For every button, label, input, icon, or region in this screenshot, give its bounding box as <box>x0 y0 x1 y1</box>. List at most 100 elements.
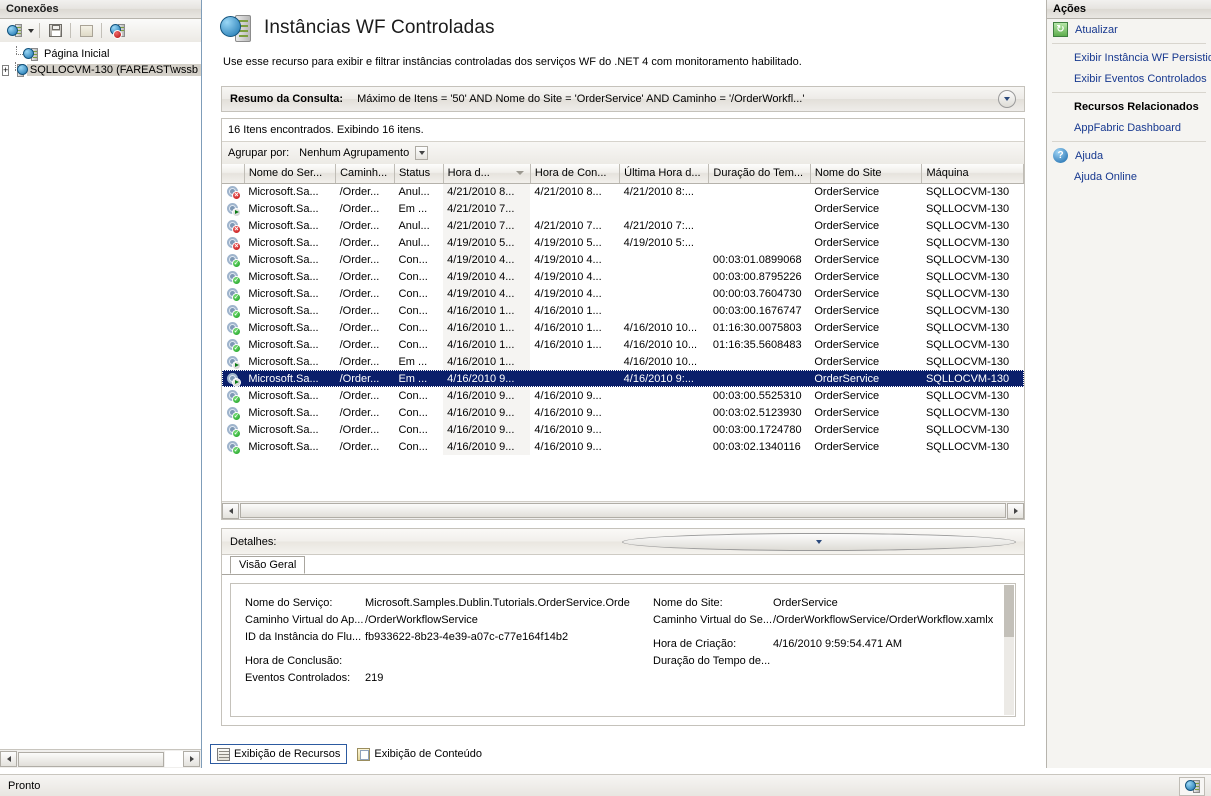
server-globe-icon[interactable] <box>1179 777 1205 796</box>
grid-scroll-right-button[interactable] <box>1007 502 1024 519</box>
cell-last: 4/16/2010 10... <box>623 321 698 334</box>
grid-viewport: Nome do Ser... Caminh... Status Hora d... Ho… <box>222 164 1024 502</box>
column-header[interactable]: Última Hora d... <box>619 164 710 184</box>
tab-exibicao-de-recursos[interactable]: Exibição de Recursos <box>210 744 348 764</box>
cell-start: 4/16/2010 9... <box>443 438 531 455</box>
cell-path: /Order... <box>339 202 380 215</box>
export-icon[interactable] <box>76 21 96 40</box>
action-item-exibir-eventos-controlados[interactable]: Exibir Eventos Controlados <box>1047 68 1211 89</box>
table-row[interactable]: ✓ Microsoft.Sa... /Order... Con... 4/19/2010… <box>222 251 1024 268</box>
cell-path: /Order... <box>339 253 380 266</box>
cell-last <box>620 285 709 302</box>
chevron-down-icon[interactable] <box>622 532 1016 551</box>
cell-path: /Order... <box>339 185 380 198</box>
app-window: Conexões Página Inicial + SQLLOCVM-130 (… <box>0 0 1211 796</box>
cell-status-icon: ✓ <box>222 336 244 353</box>
details-panel: Detalhes: Visão Geral Nome do Serviço: Mi… <box>221 528 1025 726</box>
column-header[interactable]: Máquina <box>921 164 1024 184</box>
table-row[interactable]: ✓ Microsoft.Sa... /Order... Con... 4/16/2010… <box>222 387 1024 404</box>
column-header[interactable]: Status <box>394 164 444 184</box>
details-field: Caminho Virtual do Se.../OrderWorkflowSe… <box>653 611 1015 628</box>
column-header[interactable]: Nome do Site <box>810 164 923 184</box>
chevron-down-icon[interactable] <box>415 146 429 160</box>
table-row[interactable]: ✓ Microsoft.Sa... /Order... Con... 4/19/2010… <box>222 268 1024 285</box>
save-icon[interactable] <box>45 21 65 40</box>
cell-status: Con... <box>398 338 428 351</box>
grid-hscrollbar[interactable] <box>222 501 1024 519</box>
connections-tree[interactable]: Página Inicial + SQLLOCVM-130 (FAREAST\w… <box>0 42 201 748</box>
cell-duration: 00:03:02.1340116 <box>712 440 801 453</box>
action-item-exibir-inst-ncia-wf-persistida[interactable]: Exibir Instância WF Persistida <box>1047 47 1211 68</box>
column-header[interactable]: Nome do Ser... <box>244 164 337 184</box>
tab-exibicao-de-conteudo[interactable]: Exibição de Conteúdo <box>351 744 488 764</box>
scroll-right-button[interactable] <box>183 751 200 767</box>
connections-hscrollbar[interactable] <box>0 749 201 768</box>
table-row[interactable]: × Microsoft.Sa... /Order... Anul... 4/21/201… <box>222 183 1024 200</box>
table-row[interactable]: ✓ Microsoft.Sa... /Order... Con... 4/16/2010… <box>222 319 1024 336</box>
page-description: Use esse recurso para exibir e filtrar i… <box>223 56 802 68</box>
cell-completed: 4/16/2010 1... <box>534 304 602 317</box>
action-item-ajuda-online[interactable]: Ajuda Online <box>1047 166 1211 187</box>
table-row[interactable]: ✓ Microsoft.Sa... /Order... Con... 4/16/2010… <box>222 421 1024 438</box>
column-header[interactable] <box>222 164 245 184</box>
connect-icon[interactable] <box>4 21 24 40</box>
group-by-combobox[interactable]: Nenhum Agrupamento <box>295 145 430 161</box>
instance-status-icon: × <box>226 236 241 251</box>
grid-scroll-thumb[interactable] <box>240 503 1006 518</box>
details-header[interactable]: Detalhes: <box>222 529 1024 555</box>
cell-path: /Order... <box>339 321 380 334</box>
cell-start: 4/16/2010 9... <box>443 421 531 438</box>
column-header[interactable]: Duração do Tem... <box>708 164 811 184</box>
action-item-label[interactable]: Ajuda <box>1075 150 1103 162</box>
action-item-label[interactable]: Exibir Eventos Controlados <box>1074 73 1207 85</box>
cell-status: Con... <box>398 389 428 402</box>
actions-separator <box>1052 43 1206 44</box>
column-header[interactable]: Hora de Con... <box>530 164 621 184</box>
chevron-down-icon[interactable] <box>998 90 1016 108</box>
connect-dropdown-icon[interactable] <box>28 28 34 33</box>
cell-duration <box>709 353 810 370</box>
table-row[interactable]: ✓ Microsoft.Sa... /Order... Con... 4/16/2010… <box>222 302 1024 319</box>
tab-visao-geral[interactable]: Visão Geral <box>230 556 306 574</box>
cell-start: 4/16/2010 1... <box>443 353 531 370</box>
details-vscrollbar[interactable] <box>1004 585 1014 715</box>
action-item-label[interactable]: AppFabric Dashboard <box>1074 122 1181 134</box>
table-row[interactable]: ✓ Microsoft.Sa... /Order... Con... 4/19/2010… <box>222 285 1024 302</box>
table-row[interactable]: × Microsoft.Sa... /Order... Anul... 4/21/201… <box>222 217 1024 234</box>
table-row[interactable]: Microsoft.Sa.../Order... Em ... 4/16/2010 … <box>222 353 1024 370</box>
tree-expander-icon[interactable]: + <box>2 64 10 76</box>
table-row[interactable]: Microsoft.Sa... /Order... Em ... 4/21/2010 … <box>222 200 1024 217</box>
action-item-atualizar[interactable]: ↻ Atualizar <box>1047 19 1211 40</box>
action-item-label[interactable]: Exibir Instância WF Persistida <box>1074 52 1211 64</box>
details-field-label: Hora de Conclusão: <box>245 654 343 667</box>
table-row[interactable]: ✓ Microsoft.Sa... /Order... Con... 4/16/2010… <box>222 404 1024 421</box>
action-item-ajuda[interactable]: ? Ajuda <box>1047 145 1211 166</box>
table-row[interactable]: Microsoft.Sa.../Order... Em ... 4/16/2010 … <box>222 370 1024 387</box>
instances-grid-panel: 16 Itens encontrados. Exibindo 16 itens.… <box>221 118 1025 520</box>
table-row[interactable]: ✓ Microsoft.Sa... /Order... Con... 4/16/2010… <box>222 438 1024 455</box>
instance-status-icon: ✓ <box>226 321 241 336</box>
column-header[interactable]: Hora d... <box>443 164 531 184</box>
cell-name: Microsoft.Sa... <box>248 253 319 266</box>
table-row[interactable]: × Microsoft.Sa... /Order... Anul... 4/19/201… <box>222 234 1024 251</box>
cell-status-icon: ✓ <box>222 438 244 455</box>
column-header[interactable]: Caminh... <box>335 164 395 184</box>
cell-path: /Order... <box>339 236 380 249</box>
connections-pane: Conexões Página Inicial + SQLLOCVM-130 (… <box>0 0 202 768</box>
action-item-label[interactable]: Ajuda Online <box>1074 171 1137 183</box>
table-row[interactable]: ✓ Microsoft.Sa... /Order... Con... 4/16/2010… <box>222 336 1024 353</box>
cell-completed: 4/16/2010 9... <box>534 406 602 419</box>
tree-item-server[interactable]: + SQLLOCVM-130 (FAREAST\wssb <box>2 62 201 78</box>
details-header-label: Detalhes: <box>230 535 277 548</box>
cell-name: Microsoft.Sa... <box>248 236 319 249</box>
disconnect-icon[interactable] <box>107 21 127 40</box>
action-item-appfabric-dashboard[interactable]: AppFabric Dashboard <box>1047 117 1211 138</box>
action-item-label[interactable]: Atualizar <box>1075 24 1118 36</box>
tree-item-home[interactable]: Página Inicial <box>2 46 201 62</box>
scroll-thumb[interactable] <box>18 751 164 767</box>
grid-scroll-left-button[interactable] <box>222 502 239 519</box>
view-tab-label: Exibição de Conteúdo <box>374 748 483 760</box>
actions-separator <box>1052 92 1206 93</box>
query-summary-bar[interactable]: Resumo da Consulta: Máximo de Itens = '5… <box>221 86 1025 112</box>
scroll-left-button[interactable] <box>0 751 17 767</box>
